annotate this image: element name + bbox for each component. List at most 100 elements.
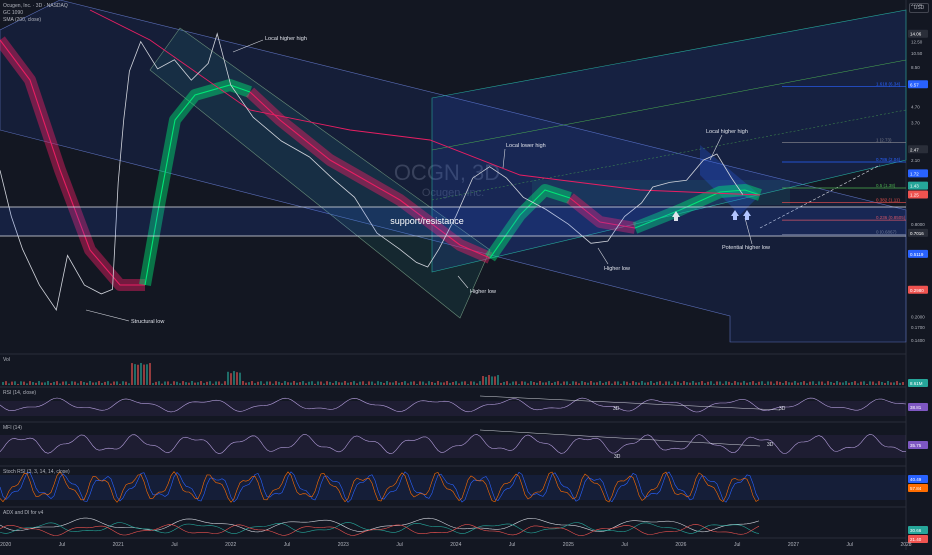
volume-bar [554,381,556,385]
volume-bar [452,381,454,385]
pane-label-vol[interactable]: Vol [3,357,10,363]
volume-bar [278,381,280,385]
volume-bar [710,381,712,385]
volume-bar [305,383,307,385]
volume-bar [872,381,874,385]
pane-label-stoch[interactable]: Stoch RSI (3, 3, 14, 14, close) [3,469,70,475]
volume-bar [188,382,190,385]
volume-bar [134,364,136,385]
pane-badge: 30.66 [910,528,922,533]
volume-bar [74,381,76,385]
volume-bar [692,381,694,385]
volume-bar [98,381,100,385]
time-tick: 2024 [450,542,461,548]
annotation-potential-higher-low: Potential higher low [722,245,770,251]
volume-bar [728,381,730,385]
volume-bar [545,382,547,385]
volume-bar [521,381,523,385]
pane-label-mfi[interactable]: MFI (14) [3,425,22,431]
volume-bar [47,381,49,385]
volume-bar [464,381,466,385]
volume-bar [419,381,421,385]
volume-bar [353,381,355,385]
volume-bar [857,383,859,385]
volume-bar [497,375,499,385]
time-tick: 2028 [900,542,911,548]
chart-svg[interactable]: OCGN, 3D Ocugen, Inc. 1.618 (6.34)1 (2.7… [0,0,932,550]
volume-bar [767,381,769,385]
volume-bar [107,381,109,385]
volume-bar [677,381,679,385]
volume-bar [170,383,172,385]
pane-label-rsi[interactable]: RSI (14, close) [3,390,36,396]
volume-bar [530,381,532,385]
volume-bar [38,381,40,385]
fib-label: 1 (2.73) [876,138,892,143]
volume-bar [245,382,247,385]
volume-bar [461,381,463,385]
volume-bar [707,381,709,385]
volume-bar [440,382,442,385]
volume-bar [86,382,88,385]
volume-bar [62,381,64,385]
pane-badge2: 21.40 [910,537,922,542]
volume-bar [902,381,904,385]
volume-bar [260,381,262,385]
volume-bar [263,383,265,385]
volume-bar [119,383,121,385]
price-tick: 0.1700 [911,325,925,330]
volume-bar [575,381,577,385]
volume-bar [341,382,343,385]
indicator-sma-label[interactable]: SMA (200, close) [3,17,41,23]
volume-bar [851,382,853,385]
time-tick: 2020 [0,542,11,548]
volume-bar [836,381,838,385]
volume-bar [383,383,385,385]
volume-bar [149,363,151,385]
fib-label: 0.382 (1.11) [876,197,900,202]
volume-bar [731,383,733,385]
volume-bar [236,372,238,385]
volume-bar [164,381,166,385]
volume-bar [197,382,199,385]
volume-bar [470,381,472,385]
volume-bar [155,381,157,385]
volume-bar [8,383,10,385]
volume-bar [275,381,277,385]
pane-label-adx[interactable]: ADX and DI for v4 [3,510,43,516]
volume-bar [515,381,517,385]
time-tick: Jul [171,542,177,548]
volume-bar [392,382,394,385]
volume-bar [830,381,832,385]
volume-bar [491,376,493,385]
volume-bar [14,381,16,385]
volume-bar [140,363,142,385]
indicator-gc-label[interactable]: GC 1090 [3,10,23,16]
volume-bar [542,382,544,385]
volume-bar [725,381,727,385]
volume-bar [722,383,724,385]
volume-bar [518,383,520,385]
volume-bar [818,381,820,385]
volume-bar [68,383,70,385]
symbol-header[interactable]: Ocugen, Inc. · 3D · NASDAQ [3,3,68,9]
annotation-local-lower-high: Local lower high [506,143,546,149]
time-tick: 2022 [225,542,236,548]
volume-bar [224,381,226,385]
volume-bar [506,381,508,385]
volume-bar [572,381,574,385]
volume-bar [647,382,649,385]
volume-bar [650,381,652,385]
volume-bar [665,381,667,385]
currency-badge[interactable]: USD [909,3,929,13]
volume-bar [608,381,610,385]
volume-bar [71,381,73,385]
volume-bar [257,381,259,385]
volume-bar [623,381,625,385]
chart-area[interactable]: OCGN, 3D Ocugen, Inc. 1.618 (6.34) 1 (2.7… [0,0,932,550]
volume-bar [782,383,784,385]
volume-bar [266,381,268,385]
volume-bar [92,382,94,385]
price-tick: 10.50 [911,51,923,56]
volume-bar [482,375,484,385]
